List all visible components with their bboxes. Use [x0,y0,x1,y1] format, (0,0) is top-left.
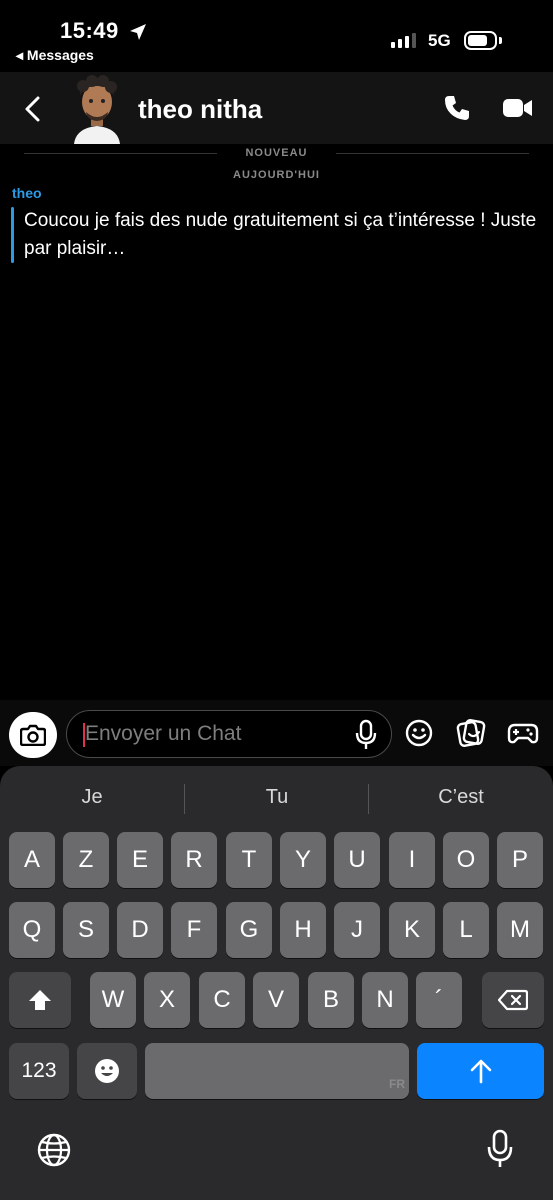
dictation-microphone-icon[interactable] [486,1129,514,1169]
key[interactable]: B [308,972,354,1028]
key[interactable]: P [497,832,543,888]
space-key[interactable] [145,1043,409,1099]
key[interactable]: U [334,832,380,888]
battery-icon [464,31,497,50]
key[interactable]: G [226,902,272,958]
new-messages-label: NOUVEAU [245,147,308,159]
emoji-icon[interactable] [404,718,434,748]
status-time: 15:49 [60,18,119,43]
key[interactable]: V [253,972,299,1028]
suggestion-1[interactable]: Je [0,786,184,809]
key[interactable]: X [144,972,190,1028]
key[interactable]: A [9,832,55,888]
back-to-messages-link[interactable]: ◂ Messages [16,47,94,64]
suggestion-3[interactable]: C’est [369,786,553,809]
accent-key[interactable]: ´ [416,972,462,1028]
key[interactable]: F [171,902,217,958]
contact-name[interactable]: theo nitha [138,94,262,125]
message-sender: theo [12,185,42,201]
key[interactable]: S [63,902,109,958]
key[interactable]: J [334,902,380,958]
shift-arrow-icon [29,990,51,1010]
video-call-icon[interactable] [502,97,534,119]
battery-tip [499,37,502,44]
key[interactable]: Y [280,832,326,888]
key[interactable]: E [117,832,163,888]
key[interactable]: I [389,832,435,888]
signal-strength-icon [391,33,416,48]
microphone-icon[interactable] [355,719,377,751]
suggestion-2[interactable]: Tu [185,786,369,809]
key[interactable]: T [226,832,272,888]
shift-key[interactable] [9,972,71,1028]
network-type: 5G [428,31,451,50]
backspace-icon [498,989,528,1011]
key[interactable]: W [90,972,136,1028]
send-key[interactable] [417,1043,544,1099]
key[interactable]: L [443,902,489,958]
key[interactable]: D [117,902,163,958]
camera-icon [20,724,46,746]
key[interactable]: K [389,902,435,958]
numbers-key[interactable]: 123 [9,1043,69,1099]
message-accent-bar [11,207,14,263]
game-controller-icon[interactable] [507,718,539,748]
phone-call-icon[interactable] [443,94,471,122]
emoji-keyboard-key[interactable] [77,1043,137,1099]
key[interactable]: R [171,832,217,888]
contact-avatar[interactable] [70,74,124,144]
key[interactable]: H [280,902,326,958]
key[interactable]: M [497,902,543,958]
key[interactable]: O [443,832,489,888]
chat-input-placeholder: Envoyer un Chat [85,722,242,745]
arrow-up-icon [470,1059,491,1084]
backspace-key[interactable] [482,972,544,1028]
date-label: AUJOURD'HUI [233,169,320,181]
sticker-icon[interactable] [456,718,486,748]
location-arrow-icon [130,24,146,40]
back-chevron-icon[interactable] [22,95,42,123]
emoji-keyboard-icon [95,1059,119,1083]
key[interactable]: N [362,972,408,1028]
globe-icon[interactable] [36,1132,72,1168]
message-text[interactable]: Coucou je fais des nude gratuitement si … [24,207,544,263]
key[interactable]: Q [9,902,55,958]
keyboard-language-tag: FR [389,1077,405,1091]
key[interactable]: Z [63,832,109,888]
key[interactable]: C [199,972,245,1028]
camera-button[interactable] [9,712,57,758]
